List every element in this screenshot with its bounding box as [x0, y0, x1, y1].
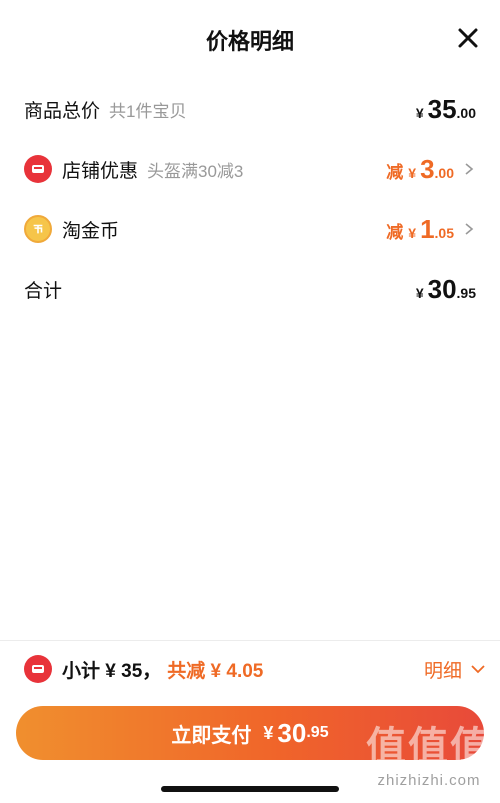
total-row: 合计 ¥ 30 .95 [24, 269, 476, 309]
price-decimal: .95 [456, 284, 476, 301]
total-label: 合计 [24, 280, 63, 302]
price-integer: 35 [427, 93, 457, 124]
taojinbi-label: 淘金币 [62, 220, 120, 242]
pay-decimal: .95 [306, 724, 329, 741]
chevron-right-icon [465, 223, 474, 235]
total-price: ¥ 30 .95 [416, 274, 476, 305]
taojinbi-row[interactable]: 淘金币 减 ¥ 1 .05 [24, 209, 476, 249]
watermark: 值值值 zhizhizhi.com [366, 714, 492, 789]
minus-label: 减 [386, 222, 404, 242]
price-decimal: .00 [456, 104, 476, 121]
shop-discount-row[interactable]: 店铺优惠 头盔满30减3 减 ¥ 3 .00 [24, 149, 476, 189]
goods-total-row: 商品总价 共1件宝贝 ¥ 35 .00 [24, 89, 476, 129]
price-integer: 3 [420, 153, 435, 184]
watermark-text: 值值值 [366, 725, 492, 769]
price-decimal: .05 [434, 224, 454, 241]
currency-symbol: ¥ [415, 284, 424, 301]
minus-label: 减 [386, 162, 404, 182]
saved-text: 共减 ¥ 4.05 [167, 660, 264, 682]
shop-discount-label: 店铺优惠 [62, 160, 139, 182]
pay-integer: 30 [277, 717, 307, 748]
summary-bar: 小计 ¥ 35， 共减 ¥ 4.05 明细 [24, 650, 486, 688]
goods-total-label: 商品总价 [24, 100, 101, 122]
chevron-right-icon [465, 163, 474, 175]
home-indicator [161, 786, 339, 792]
chevron-down-icon [471, 665, 485, 674]
pay-currency: ¥ [263, 722, 274, 743]
coupon-icon [24, 655, 52, 683]
currency-symbol: ¥ [415, 104, 424, 121]
goods-count-text: 共1件宝贝 [109, 101, 187, 121]
currency-symbol: ¥ [408, 164, 417, 181]
shop-discount-amount: 减 ¥ 3 .00 [386, 154, 476, 185]
currency-symbol: ¥ [408, 224, 417, 241]
pay-now-label: 立即支付 [171, 724, 252, 747]
shop-icon [24, 155, 52, 183]
page-title: 价格明细 [205, 29, 294, 54]
price-decimal: .00 [434, 164, 454, 181]
header: 价格明细 [0, 0, 500, 78]
price-integer: 30 [427, 273, 457, 304]
coin-icon [24, 215, 52, 243]
price-integer: 1 [420, 213, 435, 244]
detail-label: 明细 [423, 660, 462, 682]
subtotal-text: 小计 ¥ 35， [62, 660, 162, 682]
watermark-url: zhizhizhi.com [377, 772, 481, 789]
taojinbi-amount: 减 ¥ 1 .05 [386, 214, 476, 245]
shop-discount-rule: 头盔满30减3 [147, 161, 244, 181]
detail-toggle[interactable]: 明细 [424, 656, 486, 683]
goods-total-price: ¥ 35 .00 [416, 94, 476, 125]
close-icon[interactable] [456, 26, 480, 50]
divider [0, 640, 500, 641]
